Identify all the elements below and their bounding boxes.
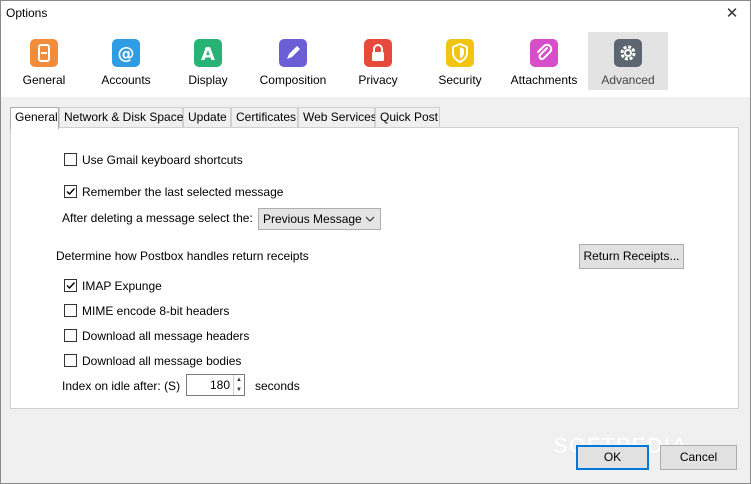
after-delete-select[interactable]: Previous Message xyxy=(258,208,381,230)
display-icon: A xyxy=(194,39,222,67)
return-receipts-button[interactable]: Return Receipts... xyxy=(579,244,684,269)
stepper-up-icon[interactable]: ▲ xyxy=(234,375,244,385)
toolbar-accounts-button[interactable]: @ Accounts xyxy=(91,32,161,90)
toolbar-security-button[interactable]: Security xyxy=(429,32,491,90)
return-receipts-label: Determine how Postbox handles return rec… xyxy=(56,249,309,263)
chevron-down-icon xyxy=(365,216,375,222)
toolbar-display-button[interactable]: A Display xyxy=(179,32,237,90)
category-toolbar: General @ Accounts A Display Composition… xyxy=(1,27,750,97)
toolbar-label-accounts: Accounts xyxy=(101,73,151,87)
title-bar: Options ✕ xyxy=(1,1,750,27)
window-title: Options xyxy=(6,6,48,20)
download-bodies-checkbox[interactable] xyxy=(64,354,77,367)
advanced-icon xyxy=(614,39,642,67)
toolbar-advanced-button[interactable]: Advanced xyxy=(588,32,668,90)
tab-general[interactable]: General xyxy=(10,107,59,129)
cancel-button[interactable]: Cancel xyxy=(660,445,737,470)
stepper-down-icon[interactable]: ▼ xyxy=(234,385,244,395)
download-headers-checkbox[interactable] xyxy=(64,329,77,342)
accounts-icon: @ xyxy=(112,39,140,67)
close-icon[interactable]: ✕ xyxy=(720,3,744,25)
stepper-buttons: ▲ ▼ xyxy=(233,375,244,395)
tab-quick-post[interactable]: Quick Post xyxy=(375,107,440,128)
after-delete-label: After deleting a message select the: xyxy=(62,211,253,225)
toolbar-label-composition: Composition xyxy=(259,73,327,87)
download-bodies-label: Download all message bodies xyxy=(82,354,242,368)
ok-button[interactable]: OK xyxy=(576,445,649,470)
svg-text:A: A xyxy=(201,44,215,65)
index-idle-unit: seconds xyxy=(255,379,300,393)
gmail-shortcuts-label: Use Gmail keyboard shortcuts xyxy=(82,153,243,167)
gmail-shortcuts-checkbox[interactable] xyxy=(64,153,77,166)
tab-network-disk-space[interactable]: Network & Disk Space xyxy=(59,107,183,128)
tab-update[interactable]: Update xyxy=(183,107,231,128)
imap-expunge-label: IMAP Expunge xyxy=(82,279,162,293)
security-icon xyxy=(446,39,474,67)
attachments-icon xyxy=(530,39,558,67)
after-delete-select-value: Previous Message xyxy=(263,212,362,226)
toolbar-attachments-button[interactable]: Attachments xyxy=(506,32,582,90)
general-tab-panel: Use Gmail keyboard shortcuts Remember th… xyxy=(10,127,739,409)
composition-icon xyxy=(279,39,307,67)
checkmark-icon xyxy=(66,188,76,196)
checkmark-icon xyxy=(66,282,76,290)
options-window: Options ✕ General @ Accounts A Display C xyxy=(0,0,751,484)
tab-web-services[interactable]: Web Services xyxy=(298,107,377,128)
imap-expunge-checkbox[interactable] xyxy=(64,279,77,292)
toolbar-label-security: Security xyxy=(438,73,482,87)
toolbar-label-advanced: Advanced xyxy=(601,73,655,87)
index-idle-value: 180 xyxy=(209,378,230,392)
toolbar-label-privacy: Privacy xyxy=(358,73,398,87)
mime-encode-label: MIME encode 8-bit headers xyxy=(82,304,230,318)
svg-text:@: @ xyxy=(118,44,135,64)
download-headers-label: Download all message headers xyxy=(82,329,250,343)
privacy-icon xyxy=(364,39,392,67)
toolbar-label-display: Display xyxy=(188,73,228,87)
tab-certificates[interactable]: Certificates xyxy=(231,107,298,128)
mime-encode-checkbox[interactable] xyxy=(64,304,77,317)
toolbar-composition-button[interactable]: Composition xyxy=(254,32,332,90)
toolbar-privacy-button[interactable]: Privacy xyxy=(347,32,409,90)
remember-last-message-checkbox[interactable] xyxy=(64,185,77,198)
toolbar-label-general: General xyxy=(22,73,66,87)
toolbar-general-button[interactable]: General xyxy=(11,32,77,90)
general-icon xyxy=(30,39,58,67)
remember-last-message-label: Remember the last selected message xyxy=(82,185,284,199)
toolbar-label-attachments: Attachments xyxy=(510,73,578,87)
index-idle-stepper[interactable]: 180 ▲ ▼ xyxy=(186,374,245,396)
index-idle-label: Index on idle after: (S) xyxy=(62,379,181,393)
